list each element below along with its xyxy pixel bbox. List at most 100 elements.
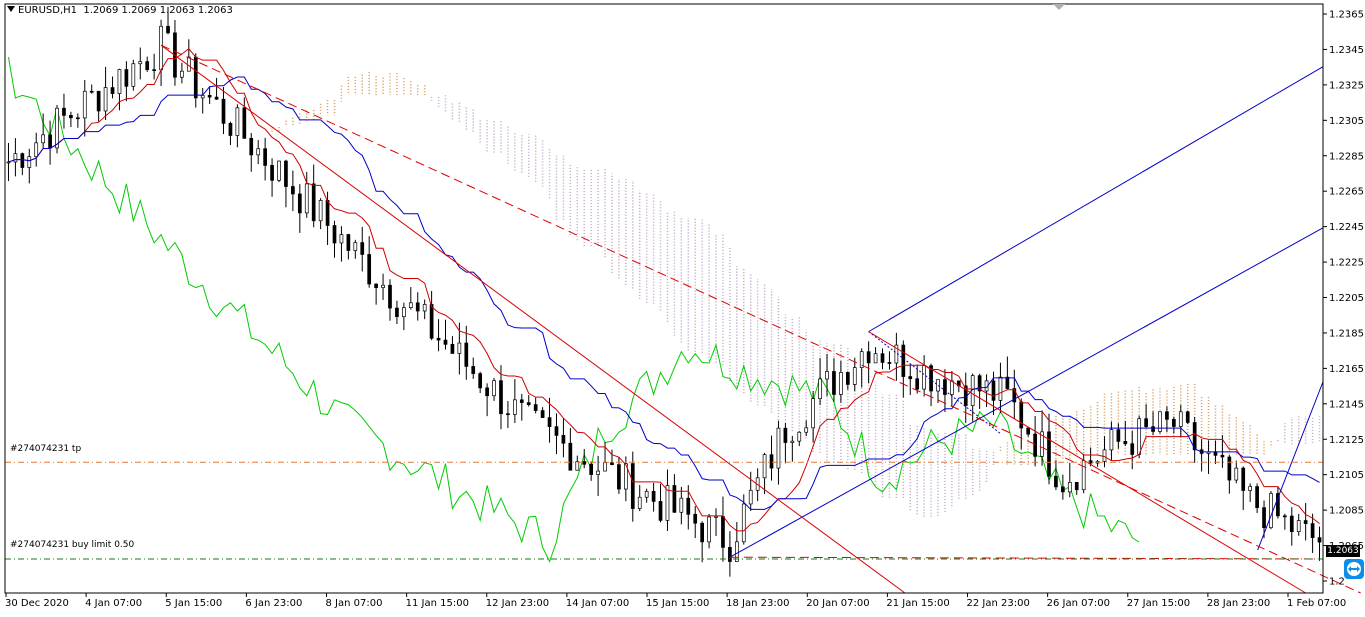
candle-body: [429, 304, 434, 339]
candle-body: [741, 503, 746, 543]
teamviewer-icon[interactable]: [1344, 559, 1364, 579]
candle-body: [526, 402, 531, 405]
price-chart[interactable]: 1.23651.23451.23251.23051.22851.22651.22…: [0, 0, 1365, 613]
candle-body: [1116, 429, 1121, 442]
candle-body: [152, 69, 156, 72]
candle-body: [1109, 429, 1114, 451]
candle-body: [707, 516, 711, 543]
candle-body: [1061, 486, 1065, 493]
x-tick-label: 22 Jan 23:00: [967, 598, 1030, 609]
candle-body: [950, 380, 954, 395]
candle-body: [180, 70, 184, 78]
candle-body: [1289, 515, 1294, 532]
x-tick-label: 4 Jan 07:00: [85, 598, 142, 609]
candle-body: [839, 372, 843, 395]
y-tick-label: 1.2365: [1329, 10, 1364, 21]
candle-body: [1185, 411, 1190, 423]
candle-body: [242, 107, 247, 139]
candle-body: [748, 489, 753, 505]
candle-body: [1220, 454, 1225, 458]
candle-body: [575, 461, 580, 471]
y-tick-label: 1.2205: [1329, 293, 1364, 304]
candle: [1269, 491, 1273, 530]
candle-body: [367, 254, 372, 285]
candle-body: [915, 378, 920, 390]
candle-body: [783, 427, 788, 443]
candle-body: [1123, 441, 1128, 445]
candle-body: [825, 371, 829, 380]
candle-body: [75, 117, 80, 120]
candle-body: [464, 342, 469, 367]
candle: [277, 160, 281, 183]
x-tick-label: 20 Jan 07:00: [806, 598, 869, 609]
candle-body: [478, 373, 483, 389]
candle: [55, 104, 59, 154]
candle-body: [1081, 460, 1086, 491]
candle-body: [443, 339, 448, 345]
candle-body: [485, 387, 489, 397]
candle-body: [658, 501, 663, 521]
candle-body: [284, 160, 288, 187]
candle-body: [402, 307, 406, 317]
candle: [1158, 411, 1162, 434]
candle: [131, 59, 136, 91]
x-tick-label: 21 Jan 15:00: [886, 598, 949, 609]
candle-body: [360, 242, 365, 255]
candle-body: [554, 426, 559, 436]
candle-body: [422, 304, 427, 312]
candle-body: [96, 90, 101, 112]
candle-body: [901, 344, 906, 377]
candle-body: [1026, 427, 1031, 435]
candle-body: [1269, 493, 1273, 529]
y-tick-label: 1.2105: [1329, 470, 1364, 481]
gray-triangle-icon[interactable]: [1053, 4, 1065, 10]
triangle-down-icon[interactable]: [7, 6, 15, 12]
x-tick-label: 18 Jan 23:00: [726, 598, 789, 609]
candle-body: [131, 63, 136, 87]
candle-body: [1165, 411, 1169, 420]
candle-body: [845, 372, 850, 385]
candle-body: [1172, 418, 1176, 427]
candle-body: [221, 98, 226, 124]
candle-body: [1054, 475, 1058, 488]
y-tick-label: 1.2085: [1329, 506, 1364, 517]
candle-body: [388, 284, 392, 309]
candle-body: [1262, 507, 1266, 529]
candle-body: [866, 351, 871, 364]
candle-body: [353, 242, 358, 251]
candle-body: [69, 115, 73, 119]
candle-body: [207, 95, 212, 98]
y-tick-label: 1.2285: [1329, 151, 1364, 162]
candle-body: [762, 454, 767, 479]
chart-window[interactable]: 1.2365 1.2345 1.2325 1.2305 1.2285 1.2265 1.22…: [0, 0, 1365, 613]
candle-body: [1067, 482, 1072, 493]
candle-body: [714, 516, 718, 518]
candle-body: [124, 69, 129, 87]
candle-body: [270, 165, 274, 181]
candle-body: [908, 376, 913, 380]
candle-body: [13, 153, 18, 163]
candle-body: [1102, 449, 1107, 462]
candle-body: [304, 183, 309, 214]
candle-body: [200, 95, 205, 99]
y-tick-label: 1.2225: [1329, 258, 1364, 269]
candle-body: [561, 435, 566, 444]
candle-body: [852, 367, 857, 385]
candle-body: [1303, 520, 1308, 524]
candle-body: [700, 522, 705, 543]
candle-body: [415, 302, 420, 312]
candle-body: [297, 193, 302, 214]
candle-body: [235, 107, 240, 136]
candle-body: [540, 410, 545, 418]
candle-body: [651, 491, 656, 502]
y-tick-label: 1.2345: [1329, 45, 1364, 56]
candle-body: [873, 353, 878, 364]
candle-body: [159, 25, 163, 71]
tp-order-label: #274074231 tp: [10, 444, 82, 454]
candle-body: [41, 134, 46, 144]
candle-body: [1005, 376, 1010, 389]
candle-body: [55, 107, 59, 149]
candle-body: [193, 56, 198, 99]
candle-body: [582, 461, 587, 465]
candle-body: [138, 61, 143, 65]
